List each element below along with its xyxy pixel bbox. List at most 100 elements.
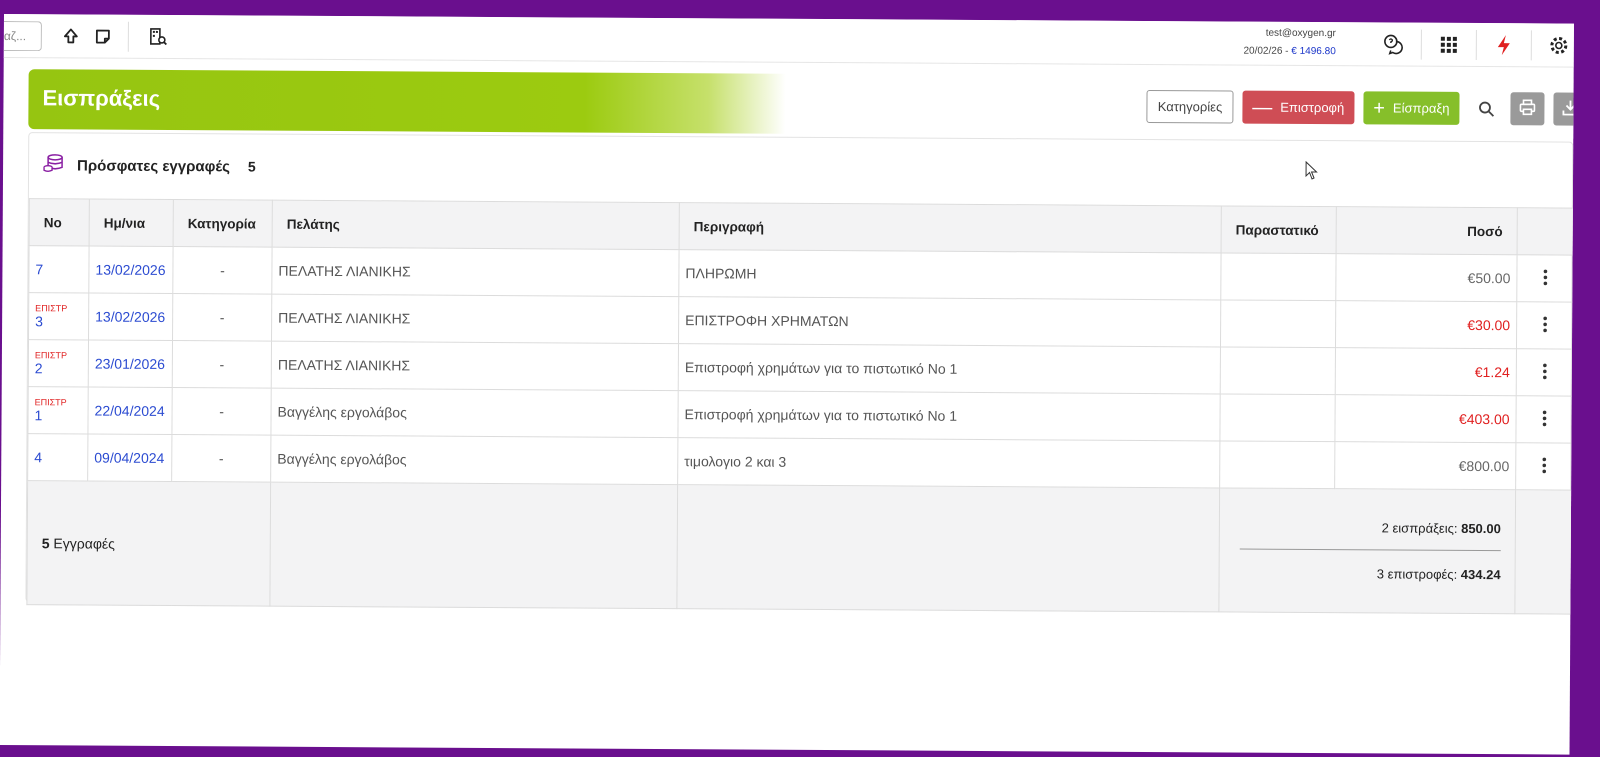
- toolbar-divider: [1530, 30, 1532, 61]
- row-category: -: [172, 246, 273, 295]
- return-button-label: Επιστροφή: [1280, 99, 1345, 116]
- row-amount: €403.00: [1334, 394, 1517, 443]
- row-description: τιμολογιο 2 και 3: [677, 437, 1220, 488]
- page-title: Εισπράξεις: [42, 85, 161, 111]
- recent-entries-panel: Πρόσφατες εγγραφές 5 Νο Ημ/νια Κατηγορία…: [25, 132, 1574, 615]
- row-no-cell[interactable]: ΕΠΙΣΤΡ 2: [28, 339, 89, 388]
- row-document: [1219, 393, 1336, 442]
- row-number-link[interactable]: 4: [34, 449, 42, 465]
- plus-icon: +: [1373, 96, 1386, 119]
- row-amount: €800.00: [1334, 441, 1516, 490]
- row-category: -: [171, 434, 271, 483]
- kebab-menu-icon[interactable]: [1516, 348, 1574, 397]
- column-header-no[interactable]: Νο: [29, 198, 90, 247]
- row-description: Επιστροφή χρημάτων για το πιστωτικό Νο 1: [677, 390, 1221, 441]
- upload-icon[interactable]: [56, 21, 86, 51]
- row-document: [1220, 252, 1337, 301]
- help-chat-icon[interactable]: [1379, 29, 1409, 59]
- toolbar-right: [1367, 22, 1574, 67]
- kebab-menu-icon[interactable]: [1515, 442, 1573, 491]
- print-icon: [1518, 98, 1536, 119]
- header-actions: Κατηγορίες — Επιστροφή + Είσπραξη: [1138, 89, 1574, 126]
- balance-separator: -: [1282, 45, 1292, 57]
- returns-total: 434.24: [1460, 566, 1501, 583]
- receipts-label: 2 εισπράξεις:: [1381, 520, 1458, 536]
- toolbar-divider: [1475, 29, 1477, 60]
- lightning-icon[interactable]: [1489, 30, 1519, 60]
- row-document: [1220, 299, 1336, 348]
- records-count: 5: [41, 534, 50, 551]
- minus-icon: —: [1252, 96, 1273, 119]
- column-header-document[interactable]: Παραστατικό: [1221, 205, 1337, 254]
- column-header-amount[interactable]: Ποσό: [1336, 206, 1518, 255]
- download-button[interactable]: [1553, 92, 1574, 126]
- row-description: ΕΠΙΣΤΡΟΦΗ ΧΡΗΜΑΤΩΝ: [678, 296, 1221, 347]
- kebab-menu-icon[interactable]: [1516, 301, 1574, 350]
- entries-table: Νο Ημ/νια Κατηγορία Πελάτης Περιγραφή Πα…: [26, 198, 1574, 615]
- row-number-link[interactable]: 2: [35, 360, 43, 376]
- row-number-link[interactable]: 3: [35, 313, 43, 329]
- row-document: [1219, 440, 1335, 489]
- add-receipt-button-label: Είσπραξη: [1392, 100, 1450, 116]
- row-category: -: [172, 340, 272, 389]
- top-bar: αζ... test@oxygen.gr 20/02/26 - € 1496.8…: [1, 14, 1574, 68]
- return-tag: ΕΠΙΣΤΡ: [35, 302, 68, 313]
- row-date-link[interactable]: 22/04/2024: [87, 387, 173, 435]
- row-category: -: [172, 293, 272, 342]
- user-info[interactable]: test@oxygen.gr 20/02/26 - € 1496.80: [1243, 25, 1336, 62]
- row-description: ΠΛΗΡΩΜΗ: [678, 249, 1222, 300]
- column-header-category[interactable]: Κατηγορία: [173, 199, 273, 248]
- row-date-link[interactable]: 13/02/2026: [88, 293, 173, 341]
- column-header-description[interactable]: Περιγραφή: [679, 202, 1222, 253]
- date-balance: 20/02/26 - € 1496.80: [1243, 43, 1335, 62]
- row-customer: ΠΕΛΑΤΗΣ ΛΙΑΝΙΚΗΣ: [271, 294, 679, 344]
- search-icon[interactable]: [1471, 92, 1501, 125]
- footer-empty-cell: [1514, 489, 1573, 615]
- row-document: [1220, 346, 1336, 395]
- app-window: αζ... test@oxygen.gr 20/02/26 - € 1496.8…: [0, 14, 1574, 755]
- records-label: Εγγραφές: [53, 534, 115, 552]
- column-header-customer[interactable]: Πελάτης: [272, 200, 680, 250]
- row-amount: €30.00: [1335, 300, 1517, 349]
- table-footer-row: 5 Εγγραφές 2 εισπράξεις: 850.00 3 επιστρ…: [26, 480, 1573, 615]
- footer-empty-cell: [676, 484, 1220, 612]
- apps-grid-icon[interactable]: [1434, 30, 1464, 60]
- note-icon[interactable]: [88, 21, 118, 51]
- mouse-cursor-icon: [1305, 160, 1319, 184]
- row-number-link[interactable]: 7: [35, 261, 43, 277]
- column-header-actions: [1517, 207, 1574, 256]
- row-customer: Βαγγέλης εργολάβος: [270, 388, 679, 438]
- returns-label: 3 επιστροφές:: [1376, 566, 1458, 582]
- column-header-date[interactable]: Ημ/νια: [89, 199, 174, 247]
- panel-header: Πρόσφατες εγγραφές 5: [43, 153, 256, 178]
- kebab-menu-icon[interactable]: [1516, 254, 1574, 303]
- row-no-cell[interactable]: 4: [27, 433, 88, 482]
- kebab-menu-icon[interactable]: [1515, 395, 1574, 444]
- return-tag: ΕΠΙΣΤΡ: [34, 396, 67, 407]
- row-date-link[interactable]: 13/02/2026: [88, 246, 174, 294]
- entries-count: 5: [247, 158, 256, 175]
- row-no-cell[interactable]: ΕΠΙΣΤΡ 3: [28, 292, 89, 341]
- row-customer: Βαγγέλης εργολάβος: [270, 435, 678, 485]
- return-tag: ΕΠΙΣΤΡ: [34, 349, 68, 360]
- search-input[interactable]: αζ...: [1, 20, 42, 51]
- settings-icon[interactable]: [1544, 30, 1574, 60]
- receipts-total: 850.00: [1461, 520, 1501, 537]
- add-receipt-button[interactable]: + Είσπραξη: [1363, 91, 1460, 125]
- row-number-link[interactable]: 1: [35, 407, 43, 423]
- return-button[interactable]: — Επιστροφή: [1242, 90, 1355, 125]
- row-date-link[interactable]: 23/01/2026: [88, 340, 173, 388]
- user-email: test@oxygen.gr: [1265, 27, 1336, 40]
- row-no-cell[interactable]: ΕΠΙΣΤΡ 1: [27, 386, 89, 435]
- row-no-cell[interactable]: 7: [28, 245, 90, 294]
- account-balance: € 1496.80: [1291, 45, 1336, 58]
- receipts-total-line: 2 εισπράξεις: 850.00: [1226, 519, 1501, 536]
- row-amount: €50.00: [1335, 253, 1518, 302]
- categories-button[interactable]: Κατηγορίες: [1146, 89, 1234, 124]
- print-button[interactable]: [1510, 92, 1545, 126]
- panel-title: Πρόσφατες εγγραφές: [77, 156, 231, 175]
- building-search-icon[interactable]: [143, 21, 173, 51]
- returns-total-line: 3 επιστροφές: 434.24: [1226, 565, 1501, 582]
- row-date-link[interactable]: 09/04/2024: [87, 434, 172, 482]
- row-amount: €1.24: [1335, 347, 1517, 396]
